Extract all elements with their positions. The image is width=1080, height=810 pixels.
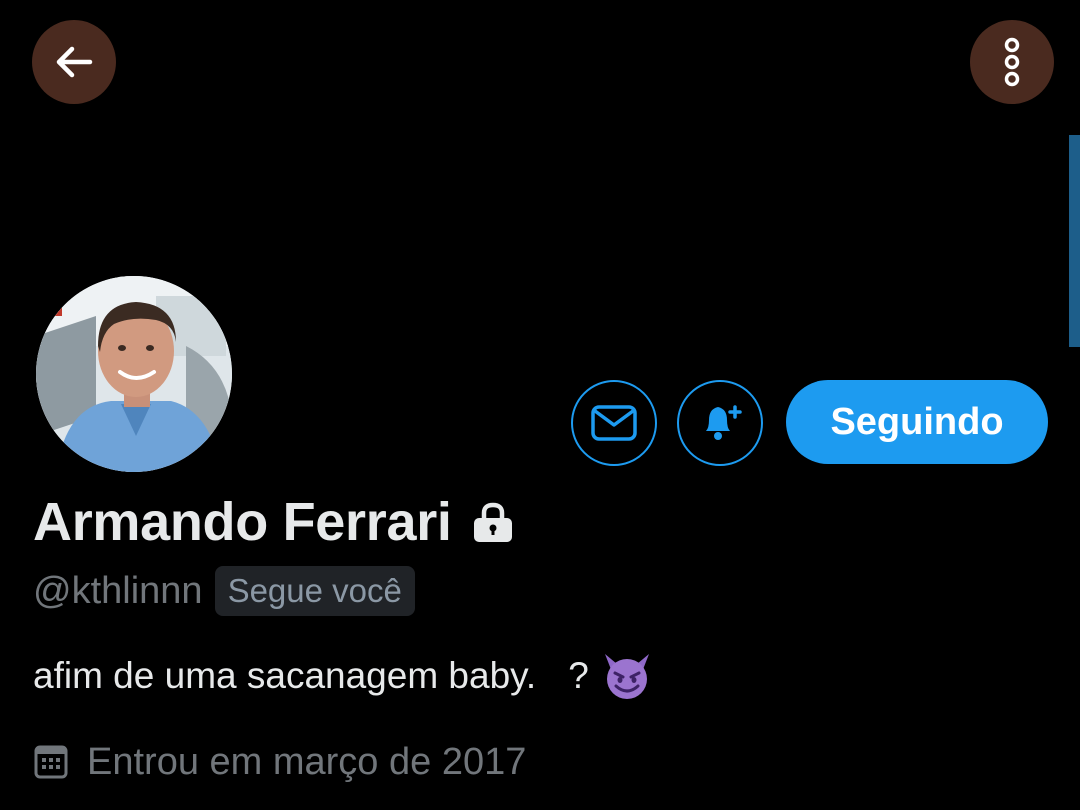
joined-date: Entrou em março de 2017: [87, 740, 527, 783]
handle: @kthlinnn: [33, 569, 203, 612]
joined-row: Entrou em março de 2017: [33, 736, 526, 788]
smiling-imp-emoji: [601, 652, 653, 700]
following-button[interactable]: Seguindo: [786, 380, 1048, 464]
follows-you-badge: Segue você: [214, 566, 415, 616]
name-row: Armando Ferrari: [33, 490, 516, 554]
lock-icon: [473, 502, 512, 542]
back-button[interactable]: [32, 20, 116, 104]
handle-row: @kthlinnn Segue você: [33, 564, 415, 618]
more-options-button[interactable]: [970, 20, 1054, 104]
calendar-icon: [34, 745, 68, 779]
display-name: Armando Ferrari: [33, 492, 452, 552]
avatar[interactable]: [33, 273, 235, 475]
bio: afim de uma sacanagem baby. ?: [33, 650, 653, 702]
scroll-indicator: [1069, 135, 1080, 347]
mail-icon: [591, 405, 637, 441]
bio-text: afim de uma sacanagem baby.: [33, 655, 537, 696]
arrow-left-icon: [56, 46, 93, 78]
bio-suffix: ?: [568, 655, 589, 696]
bell-plus-icon: [706, 405, 742, 440]
notifications-button[interactable]: [677, 380, 763, 466]
avatar-photo: [36, 276, 232, 472]
more-vertical-icon: [1004, 37, 1020, 87]
profile-screen: Seguindo Armando Ferrari @kthlinnn Segue…: [0, 0, 1080, 810]
message-button[interactable]: [571, 380, 657, 466]
